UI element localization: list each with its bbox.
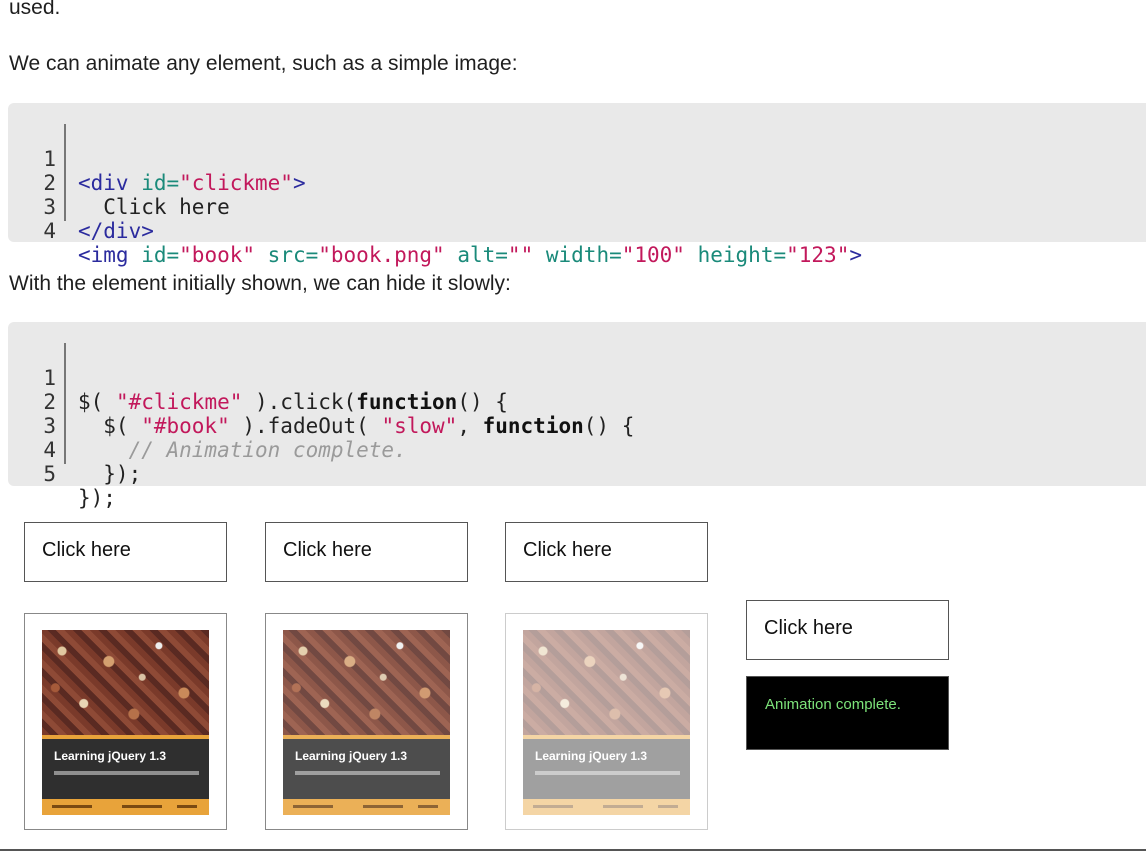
book-cover-art [523,630,690,735]
book-subtitle [535,771,680,775]
code-line-1: <div id="clickme"> [78,171,306,195]
book-cover-strip [42,735,209,739]
line-number: 5 [43,462,56,486]
book-subtitle [54,771,199,775]
book-frame-1: Learning jQuery 1.3 [24,613,227,830]
para-animate: We can animate any element, such as a si… [9,52,518,75]
book-frame-2: Learning jQuery 1.3 [265,613,468,830]
book-frame-3: Learning jQuery 1.3 [505,613,708,830]
book-title: Learning jQuery 1.3 [54,749,167,763]
code-line-4: <img id="book" src="book.png" alt="" wid… [78,243,862,267]
code-line-5: }); [78,486,116,510]
book-cover-art [42,630,209,735]
book-image[interactable]: Learning jQuery 1.3 [283,630,450,815]
book-image[interactable]: Learning jQuery 1.3 [42,630,209,815]
code-line-2: $( "#book" ).fadeOut( "slow", function()… [78,414,635,438]
status-text: Animation complete. [765,696,901,713]
code-line-3: // Animation complete. [78,438,407,462]
intro-fragment: used. [9,0,61,19]
code-line-2: Click here [78,195,230,219]
book-cover-strip [523,735,690,739]
code-gutter-line [64,124,66,221]
line-number: 4 [43,219,56,243]
book-author-bar [523,799,690,815]
code-line-3: </div> [78,219,154,243]
book-subtitle [295,771,440,775]
code-gutter-line [64,343,66,464]
code-block-html: 1 <div id="clickme"> 2 Click here 3 </di… [8,103,1146,267]
book-image[interactable]: Learning jQuery 1.3 [523,630,690,815]
para-hide: With the element initially shown, we can… [9,272,511,295]
clickme-box-frame-2[interactable]: Click here [265,522,468,582]
clickme-box-frame-1[interactable]: Click here [24,522,227,582]
code-block-js: 1 $( "#clickme" ).click(function() { 2 $… [8,322,1146,510]
book-cover-art [283,630,450,735]
bottom-divider [0,849,1146,851]
book-title: Learning jQuery 1.3 [295,749,408,763]
code-line-1: $( "#clickme" ).click(function() { [78,390,508,414]
animation-status-output: Animation complete. [746,676,949,750]
book-title: Learning jQuery 1.3 [535,749,648,763]
code-line-4: }); [78,462,142,486]
clickme-box-frame-4[interactable]: Click here [746,600,949,660]
clickme-box-frame-3[interactable]: Click here [505,522,708,582]
book-author-bar [283,799,450,815]
book-cover-strip [283,735,450,739]
book-author-bar [42,799,209,815]
